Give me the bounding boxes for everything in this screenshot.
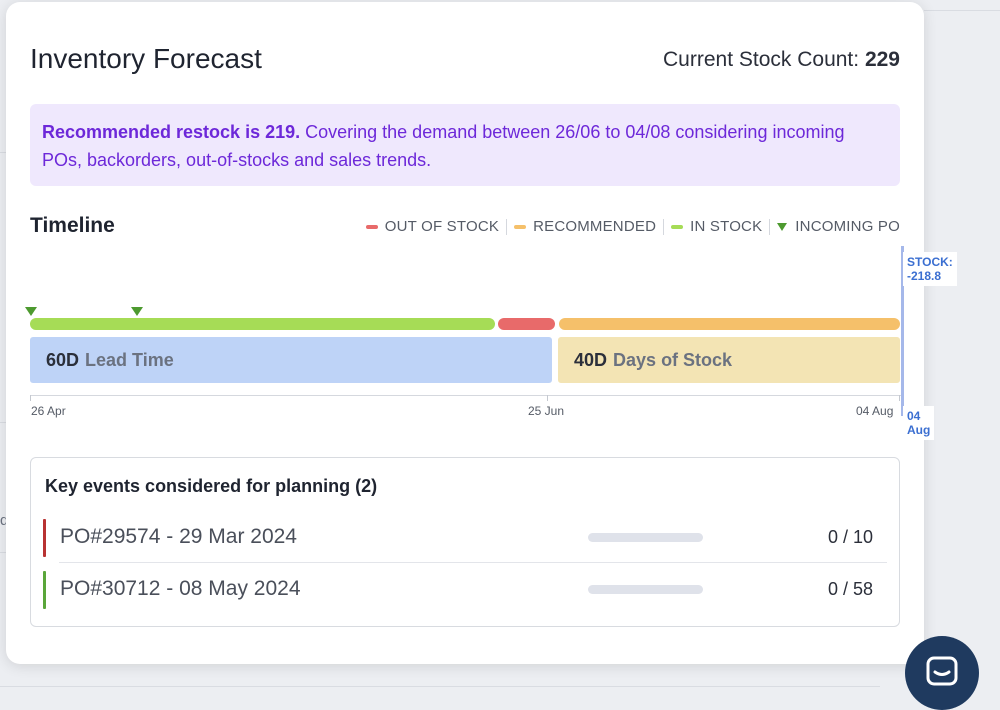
inventory-forecast-panel: Inventory Forecast Current Stock Count: …	[6, 2, 957, 664]
event-status-bar	[43, 519, 46, 557]
stock-marker-date: 04 Aug	[903, 406, 935, 440]
days-of-stock-label: Days of Stock	[613, 349, 733, 370]
recommended-swatch	[514, 224, 527, 229]
page-title: Inventory Forecast	[30, 43, 262, 74]
current-stock-count: Current Stock Count: 229	[663, 48, 900, 72]
in-stock-segment	[30, 318, 495, 330]
event-name: PO#29574 - 29 Mar 2024	[60, 525, 297, 548]
restock-recommendation-banner: Recommended restock is 219. Covering the…	[30, 104, 900, 186]
legend-separator	[663, 218, 665, 235]
in-stock-swatch	[671, 224, 684, 229]
lead-time-label: Lead Time	[85, 349, 174, 370]
axis-date-start: 26 Apr	[31, 404, 66, 418]
stock-count-label: Current Stock Count:	[663, 48, 860, 71]
legend-incoming-po: INCOMING PO	[777, 218, 900, 235]
event-name: PO#30712 - 08 May 2024	[60, 577, 301, 600]
chat-launcher-button[interactable]	[905, 636, 979, 710]
incoming-po-marker[interactable]	[25, 307, 37, 316]
days-of-stock-value: 40D	[574, 349, 608, 370]
event-row[interactable]: PO#30712 - 08 May 2024 0 / 58	[43, 569, 887, 609]
incoming-po-marker[interactable]	[131, 307, 143, 316]
legend-in-stock: IN STOCK	[671, 218, 762, 235]
chat-bubble-icon	[925, 655, 959, 692]
timeline-axis	[30, 395, 902, 396]
out-of-stock-swatch	[365, 224, 378, 229]
axis-tick	[899, 395, 900, 401]
event-quantity: 0 / 10	[827, 527, 873, 547]
axis-tick	[547, 395, 548, 401]
background-divider	[924, 10, 1000, 11]
triangle-down-icon	[777, 222, 788, 231]
event-quantity: 0 / 58	[827, 579, 873, 599]
legend-label: OUT OF STOCK	[384, 218, 500, 235]
lead-time-block: 60D Lead Time	[30, 337, 552, 383]
days-of-stock-block: 40D Days of Stock	[558, 337, 900, 383]
event-status-bar	[43, 571, 46, 609]
timeline-legend: OUT OF STOCK RECOMMENDED IN STOCK INCOMI…	[365, 218, 900, 235]
recommendation-headline: Recommended restock is 219.	[42, 122, 301, 142]
legend-label: RECOMMENDED	[533, 218, 657, 235]
legend-label: IN STOCK	[690, 218, 763, 235]
legend-separator	[506, 218, 508, 235]
axis-tick	[30, 395, 31, 401]
legend-recommended: RECOMMENDED	[514, 218, 656, 235]
legend-separator	[769, 218, 771, 235]
event-progress-bar	[588, 533, 703, 542]
out-of-stock-segment	[498, 318, 555, 330]
stock-count-value: 229	[864, 48, 900, 71]
row-divider	[59, 562, 887, 563]
legend-label: INCOMING PO	[795, 218, 900, 235]
axis-date-end: 04 Aug	[856, 404, 894, 418]
axis-date-mid: 25 Jun	[528, 404, 565, 418]
background-divider	[0, 686, 880, 687]
timeline-title: Timeline	[30, 214, 115, 237]
event-row[interactable]: PO#29574 - 29 Mar 2024 0 / 10	[43, 517, 887, 557]
event-progress-bar	[588, 585, 703, 594]
key-events-title: Key events considered for planning (2)	[45, 476, 378, 496]
lead-time-value: 60D	[46, 349, 80, 370]
stock-marker-label: STOCK: -218.8	[903, 252, 957, 286]
key-events-box: Key events considered for planning (2) P…	[30, 457, 900, 627]
recommended-segment	[559, 318, 900, 330]
legend-out-of-stock: OUT OF STOCK	[365, 218, 500, 235]
